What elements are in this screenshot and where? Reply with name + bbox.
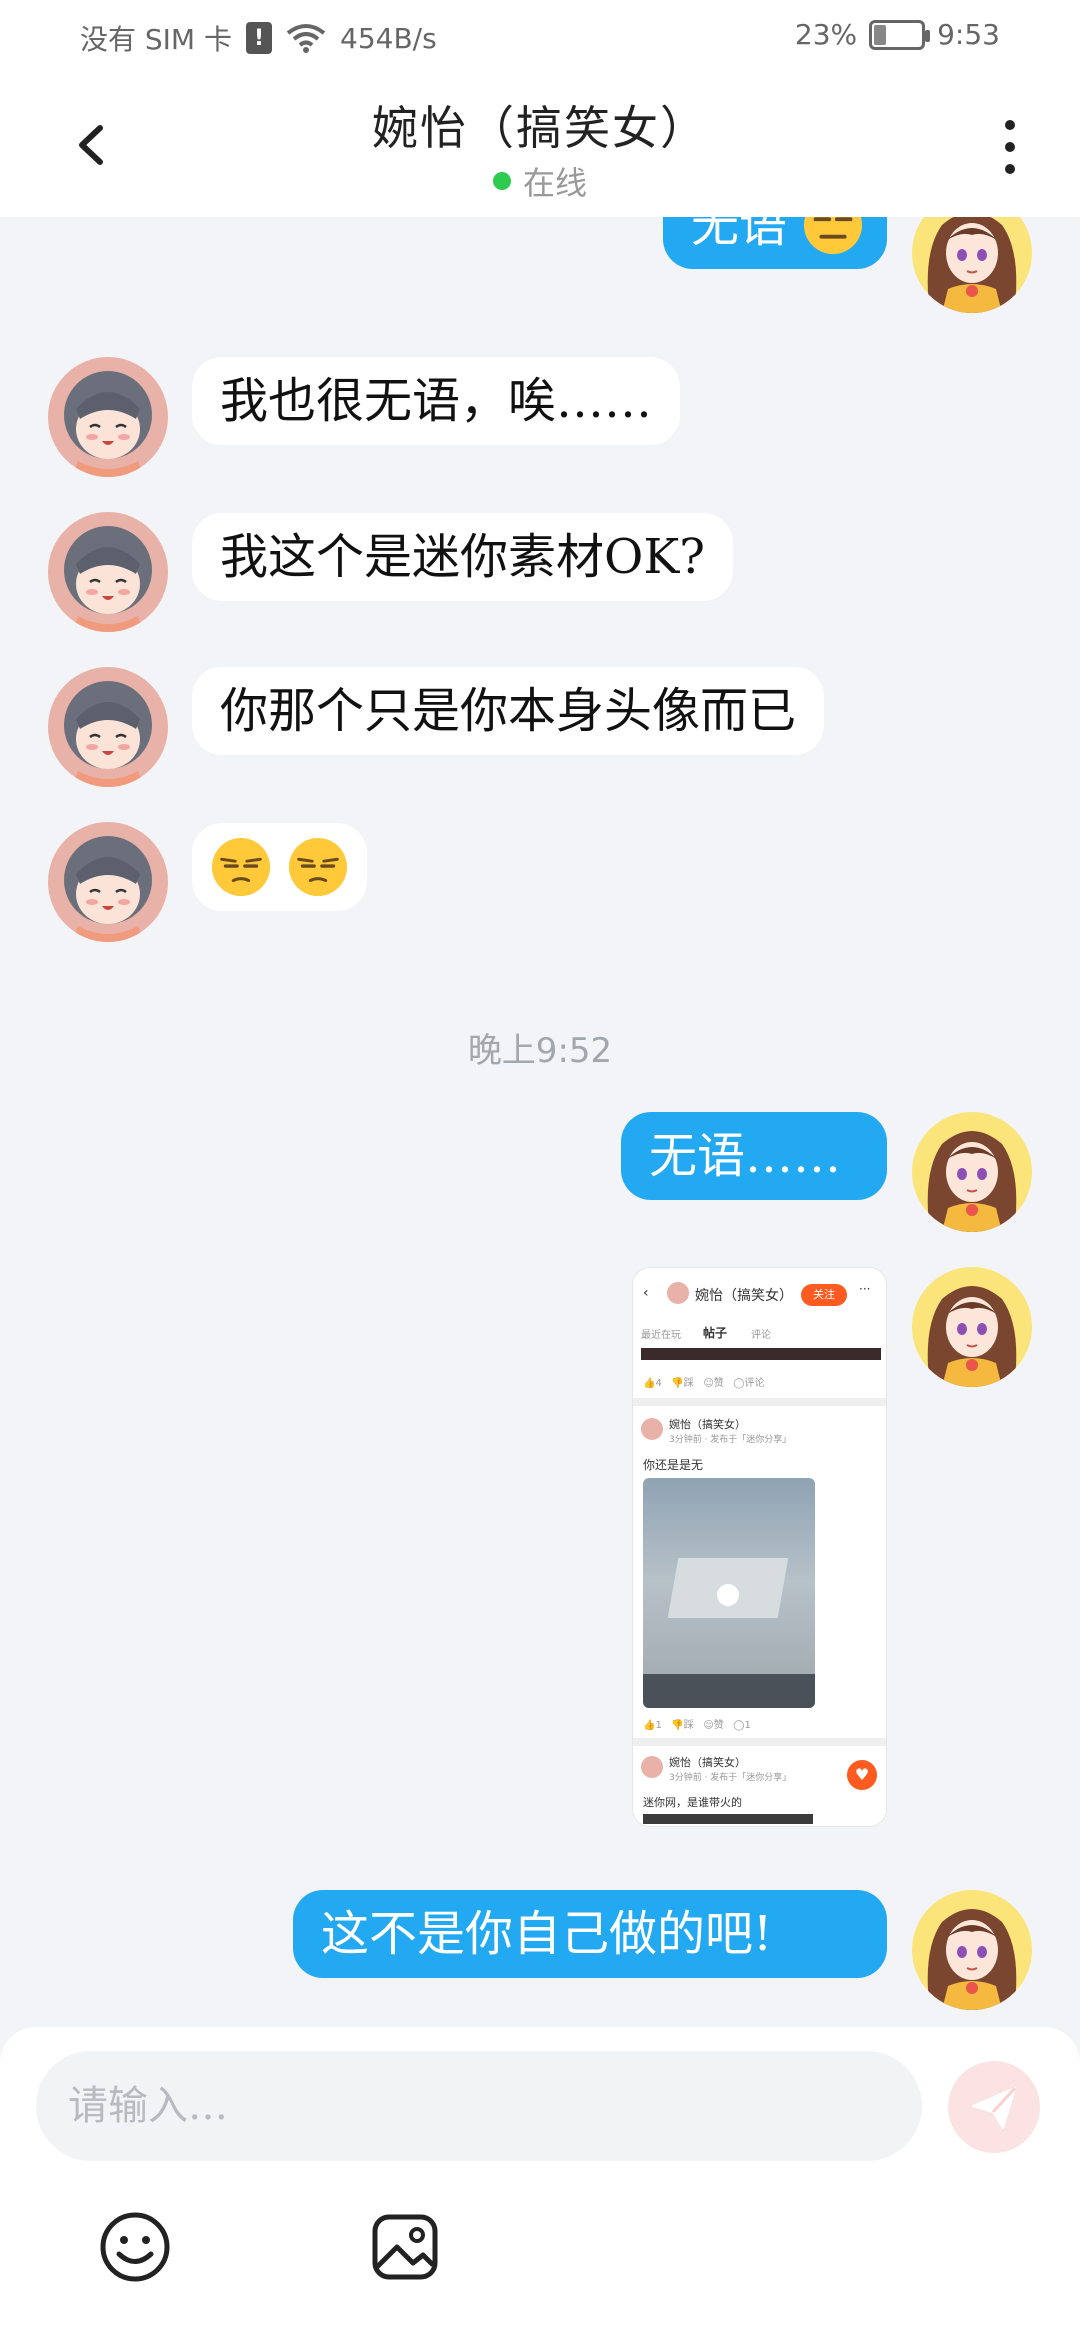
shot-tab: 评论 bbox=[751, 1330, 771, 1341]
shot-tab-active: 帖子 bbox=[703, 1326, 728, 1340]
message-text: 无语…… bbox=[649, 1128, 842, 1184]
image-message[interactable]: ‹ 婉怡（搞笑女） 关注 ··· 最近在玩 帖子 评论 👍4 👎踩 ☺赞 ◯评论… bbox=[632, 1267, 887, 1827]
shot-tab: 最近在玩 bbox=[641, 1330, 681, 1341]
send-button[interactable] bbox=[948, 2061, 1040, 2153]
more-icon bbox=[1005, 120, 1015, 130]
wifi-icon bbox=[286, 24, 326, 53]
mini-avatar bbox=[667, 1282, 689, 1304]
send-icon bbox=[972, 2086, 1017, 2129]
message-bubble-outgoing[interactable]: 无语…… bbox=[621, 1112, 887, 1200]
message-text: 我也很无语，唉…… bbox=[220, 373, 653, 429]
status-bar: 没有 SIM 卡 ! 454B/s 23% 9:53 bbox=[0, 0, 1080, 72]
contact-avatar[interactable] bbox=[48, 357, 168, 477]
clock: 9:53 bbox=[937, 18, 1000, 51]
alert-icon: ! bbox=[246, 22, 272, 54]
shot-title: 婉怡（搞笑女） bbox=[695, 1288, 793, 1304]
message-bubble-incoming[interactable]: 我也很无语，唉…… bbox=[192, 357, 681, 445]
video-thumbnail bbox=[643, 1478, 815, 1708]
profile-card: ‹ 婉怡（搞笑女） 关注 ··· 最近在玩 帖子 评论 👍4 👎踩 ☺赞 ◯评论 bbox=[633, 1268, 886, 1398]
message-bubble-outgoing[interactable]: 无语 bbox=[663, 217, 887, 269]
my-avatar[interactable] bbox=[912, 1890, 1032, 2010]
contact-avatar[interactable] bbox=[48, 822, 168, 942]
unamused-emoji bbox=[210, 836, 272, 898]
online-label: 在线 bbox=[522, 164, 587, 202]
message-bubble-outgoing[interactable]: 这不是你自己做的吧! bbox=[293, 1890, 887, 1978]
timestamp: 晚上9:52 bbox=[467, 1031, 613, 1071]
contact-avatar[interactable] bbox=[48, 512, 168, 632]
chat-header: 婉怡（搞笑女） 在线 bbox=[0, 72, 1080, 217]
my-avatar[interactable] bbox=[912, 1112, 1032, 1232]
battery-icon bbox=[869, 19, 931, 50]
my-avatar[interactable] bbox=[912, 217, 1032, 313]
online-status: 在线 bbox=[0, 158, 1080, 204]
image-button[interactable] bbox=[365, 2207, 445, 2287]
contact-avatar[interactable] bbox=[48, 667, 168, 787]
post-card: 婉怡（搞笑女） 3分钟前 · 发布于「迷你分享」 ♥ 迷你网，是谁带火的 bbox=[633, 1746, 886, 1826]
image-icon bbox=[372, 2214, 438, 2280]
message-bubble-incoming[interactable]: 你那个只是你本身头像而已 bbox=[192, 667, 825, 755]
emoji-icon bbox=[100, 2212, 170, 2282]
follow-badge: 关注 bbox=[801, 1284, 847, 1306]
message-bubble-incoming[interactable] bbox=[192, 823, 368, 911]
contact-name: 婉怡（搞笑女） bbox=[372, 101, 708, 155]
message-bubble-incoming[interactable]: 我这个是迷你素材OK? bbox=[192, 513, 733, 601]
message-list[interactable]: 无语 我也很无语，唉…… 我这个是迷你素材OK? 你那个只是你本身头像而已 晚上… bbox=[0, 217, 1080, 2027]
message-text: 这不是你自己做的吧! bbox=[321, 1906, 773, 1962]
message-input[interactable] bbox=[36, 2051, 922, 2161]
chat-screen: 没有 SIM 卡 ! 454B/s 23% 9:53 婉怡（搞笑女） 在线 无语… bbox=[0, 0, 1080, 2340]
expressionless-emoji bbox=[802, 217, 864, 256]
heart-icon: ♥ bbox=[847, 1760, 877, 1790]
message-text: 我这个是迷你素材OK? bbox=[220, 529, 705, 585]
message-text: 无语 bbox=[691, 217, 788, 253]
unamused-emoji bbox=[287, 836, 349, 898]
message-text: 你那个只是你本身头像而已 bbox=[220, 683, 797, 739]
more-button[interactable] bbox=[990, 112, 1030, 182]
composer bbox=[0, 2027, 1080, 2340]
emoji-button[interactable] bbox=[95, 2207, 175, 2287]
online-dot bbox=[492, 172, 511, 190]
battery-percent: 23% bbox=[794, 18, 858, 51]
net-speed: 454B/s bbox=[340, 21, 437, 55]
carrier-label: 没有 SIM 卡 bbox=[80, 23, 232, 56]
my-avatar[interactable] bbox=[912, 1267, 1032, 1387]
